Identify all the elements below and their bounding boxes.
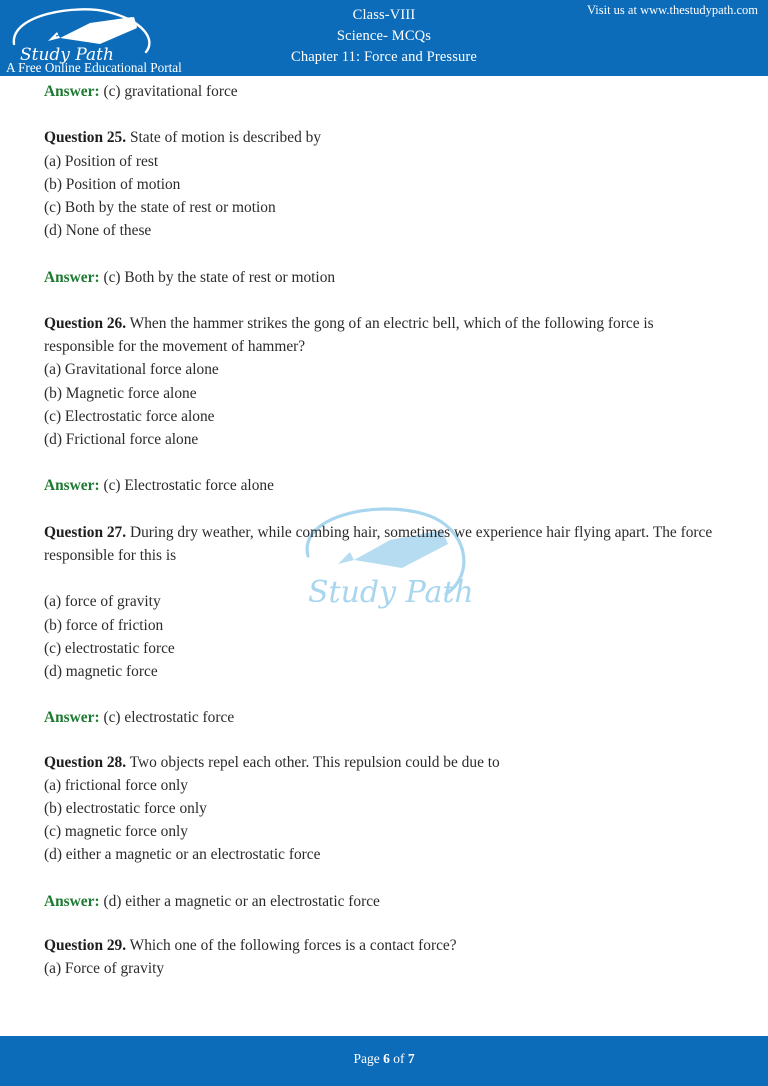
question-block: Question 28. Two objects repel each othe… bbox=[44, 751, 716, 867]
option-b: (b) force of friction bbox=[44, 616, 164, 634]
page-footer: Page 6 of 7 bbox=[0, 1036, 768, 1086]
option-b: (b) Position of motion bbox=[44, 175, 181, 193]
question-number: Question 29. bbox=[44, 936, 127, 954]
answer-label: Answer: bbox=[44, 477, 100, 495]
page-middle: of bbox=[389, 1051, 408, 1066]
question-text: State of motion is described by bbox=[129, 129, 322, 147]
question-text: When the hammer strikes the gong of an e… bbox=[44, 314, 654, 356]
answer-text: (c) gravitational force bbox=[103, 83, 238, 100]
page-prefix: Page bbox=[353, 1051, 384, 1066]
question-line: Question 29. Which one of the following … bbox=[44, 934, 716, 957]
answer-line: Answer: (d) either a magnetic or an elec… bbox=[44, 890, 716, 913]
answer-line: Answer: (c) Both by the state of rest or… bbox=[44, 266, 716, 289]
question-number: Question 27. bbox=[44, 523, 127, 541]
question-line: Question 25. State of motion is describe… bbox=[44, 126, 716, 149]
option-a: (a) frictional force only bbox=[44, 776, 189, 794]
option-a: (a) Position of rest bbox=[44, 152, 159, 170]
question-line: Question 28. Two objects repel each othe… bbox=[44, 751, 716, 774]
option-c: (c) electrostatic force bbox=[44, 639, 175, 657]
option-c: (c) Electrostatic force alone bbox=[44, 407, 215, 425]
answer-text: (c) Both by the state of rest or motion bbox=[103, 268, 336, 286]
question-block: Question 27. During dry weather, while c… bbox=[44, 521, 716, 683]
question-text: Two objects repel each other. This repul… bbox=[129, 753, 500, 771]
question-block: Question 29. Which one of the following … bbox=[44, 934, 716, 980]
option-c: (c) Both by the state of rest or motion bbox=[44, 199, 276, 216]
option-a: (a) Force of gravity bbox=[44, 960, 165, 978]
answer-label: Answer: bbox=[44, 709, 100, 727]
answer-label: Answer: bbox=[44, 83, 100, 100]
question-number: Question 25. bbox=[44, 129, 127, 147]
header-title-line-subject: Science- MCQs bbox=[336, 28, 432, 44]
answer-text: (c) Electrostatic force alone bbox=[103, 477, 274, 495]
option-c: (c) magnetic force only bbox=[44, 823, 189, 841]
mcq-body: Answer: (c) gravitational force Question… bbox=[44, 80, 716, 980]
option-b: (b) Magnetic force alone bbox=[44, 384, 197, 402]
option-b: (b) electrostatic force only bbox=[44, 799, 207, 817]
option-d: (d) either a magnetic or an electrostati… bbox=[44, 846, 321, 864]
option-a: (a) force of gravity bbox=[44, 593, 161, 611]
visit-website-text: Visit us at www.thestudypath.com bbox=[587, 3, 758, 17]
question-block: Question 25. State of motion is describe… bbox=[44, 126, 716, 242]
question-line: Question 27. During dry weather, while c… bbox=[44, 521, 716, 567]
question-line: Question 26. When the hammer strikes the… bbox=[44, 312, 716, 358]
question-text: During dry weather, while combing hair, … bbox=[44, 523, 713, 564]
question-text: Which one of the following forces is a c… bbox=[129, 936, 457, 954]
option-d: (d) magnetic force bbox=[44, 662, 158, 680]
option-a: (a) Gravitational force alone bbox=[44, 361, 219, 379]
answer-label: Answer: bbox=[44, 892, 100, 910]
answer-text: (c) electrostatic force bbox=[103, 709, 235, 727]
option-d: (d) Frictional force alone bbox=[44, 431, 199, 448]
answer-label: Answer: bbox=[44, 268, 100, 286]
page-number-text: Page 6 of 7 bbox=[0, 1051, 768, 1067]
answer-line: Answer: (c) Electrostatic force alone bbox=[44, 474, 716, 497]
document-content: Study Path Answer: (c) gravitational for… bbox=[0, 76, 768, 1036]
question-block: Question 26. When the hammer strikes the… bbox=[44, 312, 716, 451]
page-header: Study Path A Free Online Educational Por… bbox=[0, 0, 768, 76]
option-d: (d) None of these bbox=[44, 222, 152, 240]
current-page-number: 6 bbox=[383, 1051, 390, 1066]
answer-text: (d) either a magnetic or an electrostati… bbox=[103, 892, 380, 910]
answer-line: Answer: (c) electrostatic force bbox=[44, 706, 716, 729]
total-page-number: 7 bbox=[407, 1051, 415, 1066]
question-number: Question 28. bbox=[44, 753, 127, 771]
answer-line: Answer: (c) gravitational force bbox=[44, 80, 716, 103]
question-number: Question 26. bbox=[44, 314, 127, 332]
header-title-line-chapter: Chapter 11: Force and Pressure bbox=[291, 49, 477, 65]
